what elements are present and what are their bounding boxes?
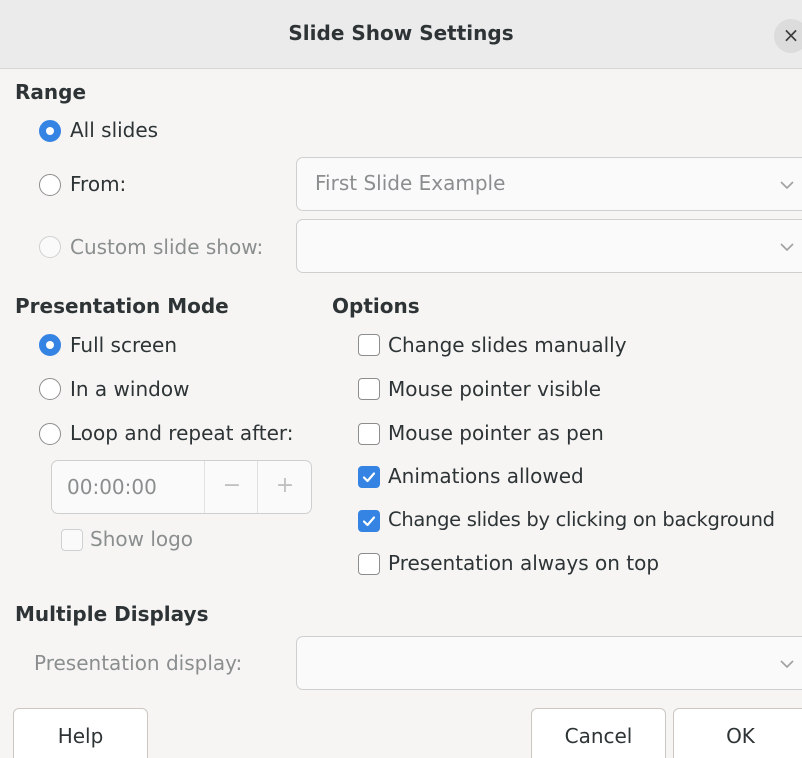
custom-slide-show-label: Custom slide show: — [70, 235, 264, 259]
full-screen-radio[interactable] — [39, 334, 61, 356]
change-slides-by-clicking-checkbox[interactable] — [358, 510, 380, 532]
cancel-button[interactable]: Cancel — [531, 708, 666, 758]
loop-time-spinbox: 00:00:00 − + — [51, 460, 312, 514]
multiple-displays-heading: Multiple Displays — [15, 602, 209, 626]
checkmark-icon — [362, 472, 376, 483]
chevron-down-icon — [780, 660, 794, 669]
presentation-always-on-top-label[interactable]: Presentation always on top — [388, 550, 659, 576]
close-icon: × — [782, 23, 800, 47]
custom-slide-show-radio — [39, 236, 61, 258]
dialog-title: Slide Show Settings — [288, 21, 514, 45]
increment-button: + — [257, 461, 312, 513]
loop-and-repeat-radio[interactable] — [39, 423, 61, 445]
full-screen-label[interactable]: Full screen — [70, 332, 177, 358]
chevron-down-icon — [780, 243, 794, 252]
mouse-pointer-as-pen-checkbox[interactable] — [358, 423, 380, 445]
in-a-window-radio[interactable] — [39, 378, 61, 400]
all-slides-label[interactable]: All slides — [70, 117, 158, 143]
loop-time-value: 00:00:00 — [67, 475, 157, 499]
minus-icon: − — [222, 473, 242, 498]
in-a-window-label[interactable]: In a window — [70, 376, 189, 402]
ok-button[interactable]: OK — [673, 708, 802, 758]
checkmark-icon — [362, 516, 376, 527]
presentation-display-label: Presentation display: — [34, 651, 243, 675]
presentation-always-on-top-checkbox[interactable] — [358, 553, 380, 575]
all-slides-radio[interactable] — [39, 120, 61, 142]
help-button[interactable]: Help — [13, 708, 148, 758]
plus-icon: + — [275, 473, 295, 498]
change-slides-manually-label[interactable]: Change slides manually — [388, 332, 627, 358]
custom-slide-show-select — [296, 219, 802, 273]
mouse-pointer-as-pen-label[interactable]: Mouse pointer as pen — [388, 420, 604, 446]
slide-show-settings-dialog: Slide Show Settings × Range All slides F… — [0, 0, 802, 758]
mouse-pointer-visible-checkbox[interactable] — [358, 378, 380, 400]
loop-and-repeat-label[interactable]: Loop and repeat after: — [70, 420, 294, 446]
change-slides-manually-checkbox[interactable] — [358, 334, 380, 356]
chevron-down-icon — [780, 181, 794, 190]
animations-allowed-label[interactable]: Animations allowed — [388, 463, 584, 489]
from-radio[interactable] — [39, 174, 61, 196]
range-heading: Range — [15, 80, 87, 104]
title-bar: Slide Show Settings × — [0, 0, 802, 69]
from-label[interactable]: From: — [70, 171, 126, 197]
decrement-button: − — [204, 461, 259, 513]
mouse-pointer-visible-label[interactable]: Mouse pointer visible — [388, 376, 601, 402]
close-button[interactable]: × — [774, 19, 802, 53]
presentation-mode-heading: Presentation Mode — [15, 294, 229, 318]
from-slide-value: First Slide Example — [315, 171, 506, 195]
animations-allowed-checkbox[interactable] — [358, 466, 380, 488]
change-slides-by-clicking-label[interactable]: Change slides by clicking on background — [388, 507, 802, 533]
show-logo-label: Show logo — [90, 527, 194, 551]
from-slide-select: First Slide Example — [296, 157, 802, 211]
show-logo-checkbox — [61, 529, 83, 551]
presentation-display-select — [296, 636, 802, 690]
options-heading: Options — [332, 294, 420, 318]
